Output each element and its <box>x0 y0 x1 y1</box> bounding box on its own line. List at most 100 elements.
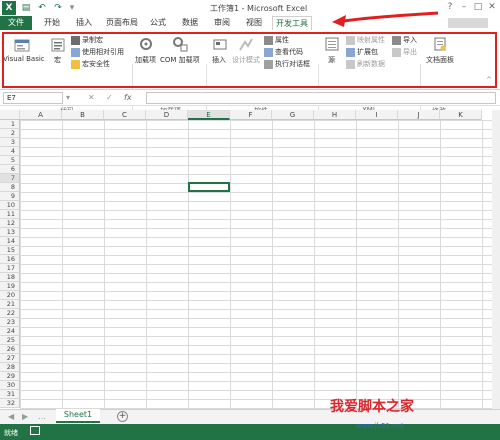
row-header[interactable]: 27 <box>0 354 20 363</box>
row-header[interactable]: 6 <box>0 165 20 174</box>
tab-home[interactable]: 开始 <box>38 16 66 30</box>
tab-developer[interactable]: 开发工具 <box>272 16 312 30</box>
account-area[interactable] <box>448 18 488 28</box>
customize-qat-icon[interactable]: ▾ <box>66 2 78 14</box>
tab-review[interactable]: 审阅 <box>208 16 236 30</box>
name-box[interactable]: E7 <box>3 92 63 104</box>
insert-controls-button[interactable]: 插入 <box>212 55 226 65</box>
cell-area[interactable] <box>20 120 495 409</box>
column-header[interactable]: B <box>62 110 104 120</box>
document-panel-button[interactable]: 文档面板 <box>426 55 454 65</box>
design-mode-button[interactable]: 设计模式 <box>232 55 260 65</box>
insert-function-button[interactable]: fx <box>124 93 132 102</box>
import-icon <box>392 35 401 45</box>
macros-button[interactable]: 宏 <box>54 55 61 65</box>
row-header[interactable]: 10 <box>0 201 20 210</box>
row-header[interactable]: 25 <box>0 336 20 345</box>
active-cell-e7[interactable] <box>188 182 230 192</box>
collapse-ribbon-icon[interactable]: ^ <box>486 76 492 84</box>
add-sheet-icon[interactable]: + <box>117 411 128 422</box>
tab-view[interactable]: 视图 <box>240 16 268 30</box>
row-header[interactable]: 17 <box>0 264 20 273</box>
expansion-packs-button[interactable]: 扩展包 <box>346 47 378 57</box>
column-header[interactable]: K <box>440 110 482 120</box>
tab-insert[interactable]: 插入 <box>70 16 98 30</box>
row-header[interactable]: 20 <box>0 291 20 300</box>
sheet-tab-sheet1[interactable]: Sheet1 <box>56 409 100 423</box>
refresh-data-button[interactable]: 刷新数据 <box>346 59 385 69</box>
watermark-url: www.jb51.net <box>356 422 404 430</box>
column-header[interactable]: H <box>314 110 356 120</box>
row-header[interactable]: 21 <box>0 300 20 309</box>
macro-security-button[interactable]: 宏安全性 <box>71 59 110 69</box>
row-header[interactable]: 31 <box>0 390 20 399</box>
tab-file[interactable]: 文件 <box>0 16 32 30</box>
row-header[interactable]: 14 <box>0 237 20 246</box>
row-header[interactable]: 29 <box>0 372 20 381</box>
row-header[interactable]: 3 <box>0 138 20 147</box>
select-all-corner[interactable] <box>0 110 20 120</box>
sheet-next-icon[interactable]: ▶ <box>22 412 28 421</box>
row-header[interactable]: 32 <box>0 399 20 408</box>
map-properties-button[interactable]: 映射属性 <box>346 35 385 45</box>
record-macro-button[interactable]: 录制宏 <box>71 35 103 45</box>
column-header[interactable]: E <box>188 110 230 120</box>
column-header[interactable]: D <box>146 110 188 120</box>
cancel-formula-icon[interactable]: ✕ <box>88 93 95 102</box>
close-icon[interactable]: ✕ <box>486 1 498 13</box>
tab-page-layout[interactable]: 页面布局 <box>102 16 142 30</box>
row-header[interactable]: 30 <box>0 381 20 390</box>
row-header[interactable]: 16 <box>0 255 20 264</box>
row-header[interactable]: 15 <box>0 246 20 255</box>
xml-export-button[interactable]: 导出 <box>392 47 417 57</box>
macro-record-status-icon[interactable] <box>30 426 40 435</box>
addins-button[interactable]: 加载项 <box>135 55 156 65</box>
row-header[interactable]: 13 <box>0 228 20 237</box>
row-header[interactable]: 8 <box>0 183 20 192</box>
column-header[interactable]: C <box>104 110 146 120</box>
maximize-icon[interactable]: □ <box>472 1 484 13</box>
row-header[interactable]: 19 <box>0 282 20 291</box>
help-icon[interactable]: ? <box>444 1 456 13</box>
row-header[interactable]: 23 <box>0 318 20 327</box>
row-header[interactable]: 26 <box>0 345 20 354</box>
formula-input[interactable] <box>146 92 496 104</box>
enter-formula-icon[interactable]: ✓ <box>106 93 113 102</box>
row-header[interactable]: 12 <box>0 219 20 228</box>
row-header[interactable]: 11 <box>0 210 20 219</box>
row-header[interactable]: 7 <box>0 174 20 183</box>
sheet-more-icon[interactable]: … <box>38 412 46 421</box>
relative-reference-button[interactable]: 使用相对引用 <box>71 47 124 57</box>
com-addins-button[interactable]: COM 加载项 <box>160 55 200 65</box>
row-header[interactable]: 5 <box>0 156 20 165</box>
properties-button[interactable]: 属性 <box>264 35 289 45</box>
xml-source-button[interactable]: 源 <box>328 55 335 65</box>
column-header[interactable]: F <box>230 110 272 120</box>
minimize-icon[interactable]: – <box>458 1 470 13</box>
redo-icon[interactable]: ↷ <box>52 2 64 14</box>
row-header[interactable]: 9 <box>0 192 20 201</box>
run-dialog-button[interactable]: 执行对话框 <box>264 59 310 69</box>
name-box-dropdown-icon[interactable]: ▾ <box>66 93 70 102</box>
row-header[interactable]: 1 <box>0 120 20 129</box>
xml-import-button[interactable]: 导入 <box>392 35 417 45</box>
column-header[interactable]: I <box>356 110 398 120</box>
column-header[interactable]: J <box>398 110 440 120</box>
column-header[interactable]: A <box>20 110 62 120</box>
row-header[interactable]: 18 <box>0 273 20 282</box>
tab-data[interactable]: 数据 <box>176 16 204 30</box>
undo-icon[interactable]: ↶ <box>36 2 48 14</box>
save-icon[interactable]: ▤ <box>20 2 32 14</box>
vertical-scrollbar[interactable] <box>492 110 500 409</box>
sheet-prev-icon[interactable]: ◀ <box>8 412 14 421</box>
row-header[interactable]: 22 <box>0 309 20 318</box>
row-header[interactable]: 2 <box>0 129 20 138</box>
row-header[interactable]: 28 <box>0 363 20 372</box>
column-header[interactable]: G <box>272 110 314 120</box>
view-code-button[interactable]: 查看代码 <box>264 47 303 57</box>
visual-basic-button[interactable]: Visual Basic <box>3 55 45 63</box>
row-header[interactable]: 24 <box>0 327 20 336</box>
row-header[interactable]: 4 <box>0 147 20 156</box>
tab-formulas[interactable]: 公式 <box>144 16 172 30</box>
annotation-arrow <box>332 11 439 27</box>
